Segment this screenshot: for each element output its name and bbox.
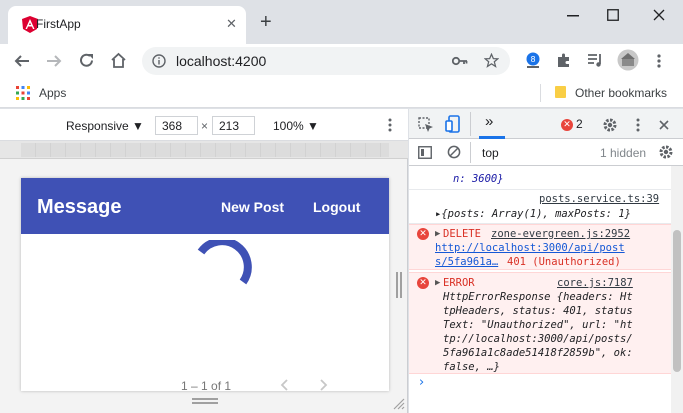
svg-text:8: 8 xyxy=(530,55,535,64)
inspect-element-icon[interactable] xyxy=(418,117,434,133)
dimension-separator: × xyxy=(201,119,209,133)
devtools-menu-icon[interactable] xyxy=(636,118,640,132)
forward-icon[interactable] xyxy=(46,53,62,69)
new-post-link[interactable]: New Post xyxy=(221,199,284,215)
key-icon[interactable] xyxy=(452,55,468,67)
error-icon: ✕ xyxy=(417,277,429,289)
console-settings-icon[interactable] xyxy=(658,144,674,160)
error-detail-line: Text: "Unauthorized", url: "ht xyxy=(443,319,633,331)
expand-arrow-icon[interactable]: ▶ xyxy=(435,227,440,241)
console-output: n: 3600} posts.service.ts:39 ▸{posts: Ar… xyxy=(409,166,671,413)
error-detail-line: 5fa961a1c8ade51418f2859b", ok: xyxy=(443,347,633,359)
log-fragment: n: 3600} xyxy=(453,173,504,185)
profile-avatar-icon[interactable] xyxy=(617,49,639,71)
context-selector[interactable]: top xyxy=(482,146,499,160)
error-count-icon[interactable]: ✕ xyxy=(561,119,573,131)
more-tabs-button[interactable]: » xyxy=(485,113,493,130)
settings-gear-icon[interactable] xyxy=(602,117,618,133)
extensions-icon[interactable] xyxy=(556,52,572,68)
devtools-separator xyxy=(470,112,471,136)
info-icon[interactable] xyxy=(152,54,166,68)
log-source-link[interactable]: posts.service.ts:39 xyxy=(539,192,659,206)
console-message: posts.service.ts:39 ▸{posts: Array(1), m… xyxy=(409,190,671,224)
new-tab-button[interactable]: + xyxy=(260,12,272,32)
console-scroll-thumb[interactable] xyxy=(673,230,681,372)
error-detail-line: false, …} xyxy=(443,361,500,373)
device-more-icon[interactable] xyxy=(388,118,392,132)
error-label: ERROR xyxy=(443,277,475,289)
emulated-viewport: Message New Post Logout 1 – 1 of 1 xyxy=(21,178,389,391)
zoom-select[interactable]: 100% ▼ xyxy=(273,119,319,133)
app-header: Message New Post Logout xyxy=(21,178,389,234)
delete-label: DELETE xyxy=(443,228,481,240)
tab-title: FirstApp xyxy=(36,17,81,31)
folder-icon xyxy=(555,86,566,98)
logout-link[interactable]: Logout xyxy=(313,199,360,215)
console-separator xyxy=(470,142,471,163)
console-error-message: ✕ ▶ DELETE zone-evergreen.js:2952 http:/… xyxy=(409,224,671,270)
previous-page-icon[interactable] xyxy=(279,379,289,391)
minimize-icon[interactable] xyxy=(567,15,579,17)
sidebar-toggle-icon[interactable] xyxy=(418,146,432,159)
star-icon[interactable] xyxy=(484,53,499,68)
maximize-icon[interactable] xyxy=(607,9,619,21)
error-count[interactable]: 2 xyxy=(576,117,583,131)
delete-url-link[interactable]: http://localhost:3000/api/post xyxy=(435,241,625,255)
device-toolbar-toggle-icon[interactable] xyxy=(445,115,461,133)
browser-tab[interactable]: FirstApp ✕ xyxy=(8,6,246,44)
error-detail-line: HttpErrorResponse {headers: Ht xyxy=(443,291,633,303)
close-tab-icon[interactable]: ✕ xyxy=(226,16,237,32)
delete-source-link[interactable]: zone-evergreen.js:2952 xyxy=(491,227,630,241)
resize-handle-bottom[interactable] xyxy=(192,398,218,404)
error-detail-line: tp://localhost:3000/api/posts/ xyxy=(443,333,633,345)
bookmarks-divider xyxy=(540,84,541,102)
apps-grid-icon[interactable] xyxy=(16,86,30,100)
reload-icon[interactable] xyxy=(78,52,95,69)
ruler-ticks xyxy=(21,143,389,157)
home-icon[interactable] xyxy=(110,52,127,69)
viewport-height-input[interactable]: 213 xyxy=(212,116,255,135)
error-icon: ✕ xyxy=(417,228,429,240)
loading-spinner xyxy=(197,240,252,285)
expand-arrow-icon[interactable]: ▶ xyxy=(435,276,440,290)
hidden-count: 1 hidden xyxy=(600,146,647,160)
app-title[interactable]: Message xyxy=(37,196,122,219)
url-text[interactable]: localhost:4200 xyxy=(176,53,266,69)
media-control-icon[interactable] xyxy=(587,52,604,68)
resize-handle-corner[interactable] xyxy=(393,398,405,410)
back-icon[interactable] xyxy=(14,53,30,69)
error-source-link[interactable]: core.js:7187 xyxy=(557,276,633,290)
console-message: n: 3600} xyxy=(409,166,671,190)
paginator-range: 1 – 1 of 1 xyxy=(181,379,232,391)
extension-badge-icon[interactable]: 8 xyxy=(524,51,542,69)
delete-url-link-cont[interactable]: s/5fa961a… xyxy=(435,255,498,269)
close-window-icon[interactable] xyxy=(653,9,665,21)
menu-kebab-icon[interactable] xyxy=(656,53,662,69)
resize-handle-right[interactable] xyxy=(396,272,402,298)
clear-console-icon[interactable] xyxy=(447,145,461,159)
error-detail-line: tpHeaders, status: 401, status xyxy=(443,305,633,317)
next-page-icon[interactable] xyxy=(319,379,329,391)
viewport-width-input[interactable]: 368 xyxy=(155,116,198,135)
other-bookmarks[interactable]: Other bookmarks xyxy=(575,86,667,100)
log-object[interactable]: ▸{posts: Array(1), maxPosts: 1} xyxy=(435,207,631,221)
close-devtools-icon[interactable] xyxy=(659,120,669,130)
console-prompt[interactable]: › xyxy=(419,376,424,390)
delete-status: 401 (Unauthorized) xyxy=(507,256,621,268)
console-error-message: ✕ ▶ ERROR core.js:7187 HttpErrorResponse… xyxy=(409,272,671,374)
device-mode-select[interactable]: Responsive ▼ xyxy=(66,119,144,133)
apps-bookmark[interactable]: Apps xyxy=(39,86,66,100)
